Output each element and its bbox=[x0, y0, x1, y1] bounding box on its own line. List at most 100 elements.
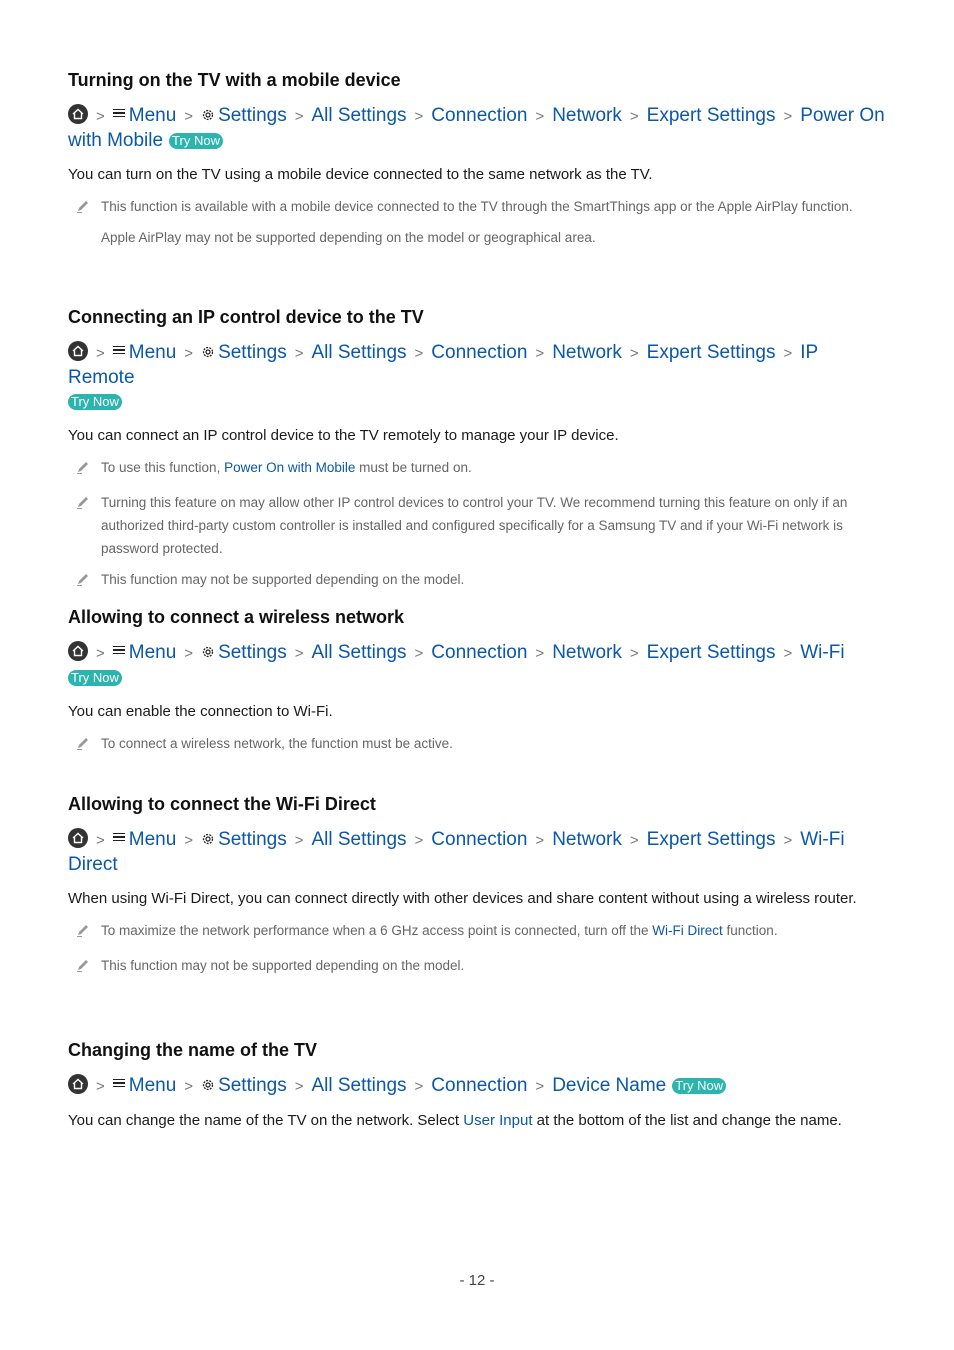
section-heading: Changing the name of the TV bbox=[68, 1040, 318, 1060]
chevron-right-icon: > bbox=[535, 1078, 545, 1095]
pencil-icon bbox=[77, 925, 88, 937]
wifi-direct-link[interactable]: Wi-Fi Direct bbox=[652, 923, 723, 938]
section-device-name: Changing the name of the TV > Menu > Settin… bbox=[68, 1038, 888, 1133]
crumb-menu[interactable]: Menu bbox=[129, 829, 177, 850]
crumb-expert-settings[interactable]: Expert Settings bbox=[647, 829, 776, 850]
crumb-expert-settings[interactable]: Expert Settings bbox=[647, 342, 776, 363]
crumb-menu[interactable]: Menu bbox=[129, 342, 177, 363]
crumb-settings[interactable]: Settings bbox=[218, 1075, 287, 1096]
crumb-all-settings[interactable]: All Settings bbox=[311, 829, 406, 850]
crumb-settings[interactable]: Settings bbox=[218, 642, 287, 663]
chevron-right-icon: > bbox=[783, 108, 793, 125]
chevron-right-icon: > bbox=[414, 108, 424, 125]
note-text: Turning this feature on may allow other … bbox=[101, 495, 848, 556]
menu-icon bbox=[112, 831, 125, 844]
chevron-right-icon: > bbox=[629, 345, 639, 362]
crumb-network[interactable]: Network bbox=[552, 105, 622, 126]
chevron-right-icon: > bbox=[535, 645, 545, 662]
chevron-right-icon: > bbox=[96, 345, 105, 362]
crumb-all-settings[interactable]: All Settings bbox=[311, 342, 406, 363]
note: To maximize the network performance when… bbox=[68, 919, 888, 942]
crumb-expert-settings[interactable]: Expert Settings bbox=[647, 642, 776, 663]
menu-path: > Menu > Settings > All Settings > Connection > N… bbox=[68, 828, 888, 877]
crumb-connection[interactable]: Connection bbox=[431, 829, 527, 850]
crumb-network[interactable]: Network bbox=[552, 642, 622, 663]
crumb-expert-settings[interactable]: Expert Settings bbox=[647, 105, 776, 126]
crumb-connection[interactable]: Connection bbox=[431, 642, 527, 663]
try-now-button[interactable]: Try Now bbox=[672, 1078, 727, 1094]
pencil-icon bbox=[77, 201, 88, 213]
body-text-part: You can change the name of the TV on the… bbox=[68, 1112, 464, 1129]
pencil-icon bbox=[77, 738, 88, 750]
menu-icon bbox=[112, 1077, 125, 1090]
gear-icon bbox=[202, 346, 214, 358]
gear-icon bbox=[202, 646, 214, 658]
note-text: This function may not be supported depen… bbox=[101, 958, 465, 973]
chevron-right-icon: > bbox=[184, 345, 194, 362]
crumb-all-settings[interactable]: All Settings bbox=[311, 1075, 406, 1096]
crumb-device-name[interactable]: Device Name bbox=[552, 1075, 666, 1096]
chevron-right-icon: > bbox=[184, 832, 194, 849]
chevron-right-icon: > bbox=[629, 108, 639, 125]
section-heading: Allowing to connect the Wi-Fi Direct bbox=[68, 794, 376, 814]
gear-icon bbox=[202, 833, 214, 845]
try-now-button[interactable]: Try Now bbox=[68, 670, 122, 686]
crumb-menu[interactable]: Menu bbox=[129, 105, 177, 126]
chevron-right-icon: > bbox=[96, 645, 105, 662]
home-icon bbox=[68, 828, 88, 848]
chevron-right-icon: > bbox=[535, 345, 545, 362]
home-icon bbox=[68, 641, 88, 661]
pencil-icon bbox=[77, 960, 88, 972]
pencil-icon bbox=[77, 462, 88, 474]
crumb-menu[interactable]: Menu bbox=[129, 642, 177, 663]
crumb-settings[interactable]: Settings bbox=[218, 105, 287, 126]
gear-icon bbox=[202, 1079, 214, 1091]
gear-icon bbox=[202, 109, 214, 121]
crumb-settings[interactable]: Settings bbox=[218, 342, 287, 363]
section-wifi: Allowing to connect a wireless network >… bbox=[68, 605, 888, 755]
menu-path: > Menu > Settings > All Settings > Connection > N… bbox=[68, 641, 888, 690]
note: This function may not be supported depen… bbox=[68, 954, 888, 977]
crumb-connection[interactable]: Connection bbox=[431, 105, 527, 126]
body-text: You can turn on the TV using a mobile de… bbox=[68, 166, 653, 183]
section-heading: Connecting an IP control device to the T… bbox=[68, 307, 424, 327]
crumb-all-settings[interactable]: All Settings bbox=[311, 105, 406, 126]
try-now-button[interactable]: Try Now bbox=[169, 133, 223, 149]
chevron-right-icon: > bbox=[184, 108, 194, 125]
note: This function is available with a mobile… bbox=[68, 195, 888, 218]
chevron-right-icon: > bbox=[294, 1078, 304, 1095]
crumb-network[interactable]: Network bbox=[552, 342, 622, 363]
crumb-connection[interactable]: Connection bbox=[431, 1075, 527, 1096]
section-power-on-with-mobile: Turning on the TV with a mobile device >… bbox=[68, 68, 888, 249]
body-text: You can connect an IP control device to … bbox=[68, 427, 619, 444]
menu-icon bbox=[112, 644, 125, 657]
chevron-right-icon: > bbox=[184, 645, 194, 662]
pencil-icon bbox=[77, 574, 88, 586]
note-text: This function may not be supported depen… bbox=[101, 572, 465, 587]
body-text: When using Wi-Fi Direct, you can connect… bbox=[68, 890, 857, 907]
crumb-connection[interactable]: Connection bbox=[431, 342, 527, 363]
note-text: To use this function, bbox=[101, 460, 225, 475]
user-input-link[interactable]: User Input bbox=[463, 1112, 532, 1129]
crumb-network[interactable]: Network bbox=[552, 829, 622, 850]
crumb-menu[interactable]: Menu bbox=[129, 1075, 177, 1096]
chevron-right-icon: > bbox=[414, 832, 424, 849]
note: To use this function, Power On with Mobi… bbox=[68, 456, 888, 479]
chevron-right-icon: > bbox=[535, 832, 545, 849]
crumb-all-settings[interactable]: All Settings bbox=[311, 642, 406, 663]
section-heading: Turning on the TV with a mobile device bbox=[68, 70, 401, 90]
chevron-right-icon: > bbox=[294, 645, 304, 662]
chevron-right-icon: > bbox=[414, 345, 424, 362]
chevron-right-icon: > bbox=[96, 108, 105, 125]
pencil-icon bbox=[77, 497, 88, 509]
chevron-right-icon: > bbox=[783, 645, 793, 662]
body-text: You can enable the connection to Wi-Fi. bbox=[68, 703, 333, 720]
section-wifi-direct: Allowing to connect the Wi-Fi Direct > Me… bbox=[68, 792, 888, 977]
power-on-with-mobile-link[interactable]: Power On with Mobile bbox=[224, 460, 355, 475]
crumb-settings[interactable]: Settings bbox=[218, 829, 287, 850]
try-now-button[interactable]: Try Now bbox=[68, 394, 122, 410]
section-heading: Allowing to connect a wireless network bbox=[68, 607, 405, 627]
chevron-right-icon: > bbox=[414, 1078, 424, 1095]
chevron-right-icon: > bbox=[294, 108, 304, 125]
crumb-wifi[interactable]: Wi-Fi bbox=[800, 642, 844, 663]
